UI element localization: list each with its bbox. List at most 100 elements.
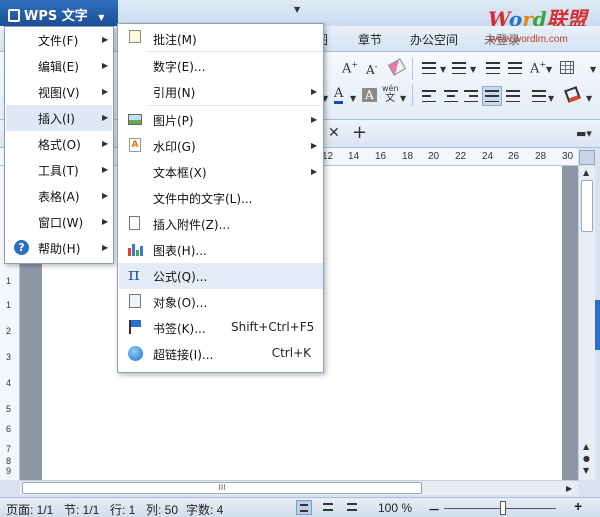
align-left-icon[interactable]	[422, 90, 436, 102]
menu-item-text-from-file[interactable]: 文件中的文字(L)...	[119, 185, 323, 211]
outline-view-button[interactable]	[320, 500, 336, 515]
close-tab-icon[interactable]: ✕	[328, 125, 340, 141]
page-view-button[interactable]	[296, 500, 312, 515]
distributed-icon[interactable]	[506, 90, 520, 102]
menu-item-window[interactable]: 窗口(W) ▶	[6, 209, 112, 235]
horizontal-scroll-thumb[interactable]: III	[22, 482, 422, 494]
menu-item-formula[interactable]: π 公式(Q)...	[119, 263, 323, 289]
horizontal-scrollbar[interactable]: III ▶	[20, 480, 578, 495]
menu-item-insert[interactable]: 插入(I) ▶	[6, 105, 112, 131]
bullet-list-icon[interactable]	[422, 62, 436, 74]
table-icon[interactable]	[560, 61, 574, 74]
numbered-dropdown-icon[interactable]: ▼	[470, 65, 476, 74]
font-color-dropdown-icon[interactable]: ▼	[350, 94, 356, 103]
menu-item-table[interactable]: 表格(A) ▶	[6, 183, 112, 209]
zoom-slider-knob[interactable]	[500, 501, 506, 515]
object-icon	[129, 294, 141, 308]
submenu-arrow-icon: ▶	[102, 61, 109, 70]
ruler-tick: 9	[6, 466, 12, 476]
align-center-icon[interactable]	[444, 90, 458, 102]
justify-icon[interactable]	[482, 86, 502, 106]
ribbon-tab-office-space[interactable]: 办公空间	[410, 31, 458, 48]
zoom-in-button[interactable]: +	[574, 498, 582, 514]
title-dropdown-icon[interactable]: ▼	[294, 5, 300, 14]
menu-item-watermark[interactable]: A 水印(G) ▶	[119, 133, 323, 159]
ruler-tick: 5	[6, 404, 12, 414]
align-right-icon[interactable]	[464, 90, 478, 102]
menu-item-object[interactable]: 对象(O)...	[119, 289, 323, 315]
ruler-tick: 1	[6, 276, 12, 286]
grow-font-button[interactable]: A+	[342, 60, 358, 76]
main-menu: 文件(F) ▶ 编辑(E) ▶ 视图(V) ▶ 插入(I) ▶ 格式(O) ▶ 工具(T)…	[4, 23, 324, 373]
menu-item-number[interactable]: 数字(E)...	[119, 53, 323, 79]
font-color-button[interactable]: A	[334, 86, 344, 104]
text-style-dropdown-icon[interactable]: ▼	[546, 65, 552, 74]
zoom-level[interactable]: 100 %	[378, 501, 412, 515]
ruler-tick: 3	[6, 352, 12, 362]
ribbon-tab-chapter[interactable]: 章节	[358, 31, 382, 48]
table-dropdown-icon[interactable]: ▼	[590, 65, 596, 74]
submenu-arrow-icon: ▶	[102, 165, 109, 174]
scroll-up-icon[interactable]: ▲	[583, 168, 589, 177]
menu-item-hyperlink[interactable]: 超链接(I)... Ctrl+K	[119, 341, 323, 367]
side-panel-handle[interactable]	[595, 300, 600, 350]
ruler-toggle-button[interactable]	[579, 150, 595, 165]
vertical-scroll-thumb[interactable]	[581, 180, 593, 232]
menu-item-chart[interactable]: 图表(H)...	[119, 237, 323, 263]
wps-app-menu-button[interactable]: WPS 文字 ▼	[0, 0, 118, 26]
menu-item-reference[interactable]: 引用(N) ▶	[119, 79, 323, 105]
ruler-tick: 14	[348, 151, 360, 162]
menu-item-label: 工具(T)	[38, 164, 79, 178]
next-page-icon[interactable]: ▼	[583, 466, 589, 475]
ruler-tick: 16	[375, 151, 387, 162]
menu-item-label: 水印(G)	[153, 140, 196, 154]
menu-item-help[interactable]: ? 帮助(H) ▶	[6, 235, 112, 261]
menu-item-label: 文件(F)	[38, 34, 79, 48]
line-spacing-dropdown-icon[interactable]: ▼	[548, 94, 554, 103]
ruler-tick: 6	[6, 424, 12, 434]
shrink-font-button[interactable]: A-	[366, 62, 377, 77]
scroll-right-icon[interactable]: ▶	[566, 484, 572, 493]
numbered-list-icon[interactable]	[452, 62, 466, 74]
select-browse-icon[interactable]: ●	[583, 454, 590, 463]
web-view-button[interactable]	[344, 500, 360, 515]
prev-page-icon[interactable]: ▲	[583, 442, 589, 451]
menu-item-attachment[interactable]: 插入附件(Z)...	[119, 211, 323, 237]
clear-format-icon[interactable]	[387, 58, 407, 76]
menu-item-edit[interactable]: 编辑(E) ▶	[6, 53, 112, 79]
status-word-count[interactable]: 字数: 4	[186, 501, 223, 517]
menu-item-bookmark[interactable]: 书签(K)... Shift+Ctrl+F5	[119, 315, 323, 341]
menu-item-comment[interactable]: 批注(M)	[119, 26, 323, 52]
menu-item-label: 对象(O)...	[153, 296, 208, 310]
menu-item-picture[interactable]: 图片(P) ▶	[119, 107, 323, 133]
submenu-arrow-icon: ▶	[311, 167, 318, 176]
submenu-arrow-icon: ▶	[102, 191, 109, 200]
decrease-indent-icon[interactable]	[486, 62, 500, 74]
tab-list-icon[interactable]: ▬▾	[576, 127, 592, 140]
bullet-dropdown-icon[interactable]: ▼	[440, 65, 446, 74]
menu-item-format[interactable]: 格式(O) ▶	[6, 131, 112, 157]
menu-item-label: 窗口(W)	[38, 216, 84, 230]
menu-item-textbox[interactable]: 文本框(X) ▶	[119, 159, 323, 185]
zoom-out-button[interactable]: －	[428, 501, 440, 517]
increase-indent-icon[interactable]	[508, 62, 522, 74]
char-shading-button[interactable]: A	[362, 88, 377, 102]
menu-item-file[interactable]: 文件(F) ▶	[6, 27, 112, 53]
line-spacing-icon[interactable]	[532, 90, 546, 102]
submenu-arrow-icon: ▶	[102, 139, 109, 148]
phonetic-dropdown-icon[interactable]: ▼	[400, 94, 406, 103]
vertical-scrollbar[interactable]: ▲ ▲ ● ▼	[578, 166, 595, 480]
app-title: WPS 文字	[24, 9, 88, 24]
shading-dropdown-icon[interactable]: ▼	[586, 94, 592, 103]
help-icon: ?	[14, 240, 29, 255]
menu-item-tools[interactable]: 工具(T) ▶	[6, 157, 112, 183]
menu-item-label: 图片(P)	[153, 114, 194, 128]
shading-bucket-icon[interactable]	[564, 86, 581, 103]
menu-item-label: 编辑(E)	[38, 60, 79, 74]
phonetic-guide-button[interactable]: wén 文	[382, 84, 399, 104]
picture-icon	[128, 114, 142, 125]
text-style-button[interactable]: A+	[530, 60, 546, 76]
new-tab-icon[interactable]: +	[352, 122, 367, 143]
menu-item-view[interactable]: 视图(V) ▶	[6, 79, 112, 105]
insert-submenu: 批注(M) 数字(E)... 引用(N) ▶ 图片(P) ▶ A 水印(G) ▶…	[117, 23, 324, 373]
